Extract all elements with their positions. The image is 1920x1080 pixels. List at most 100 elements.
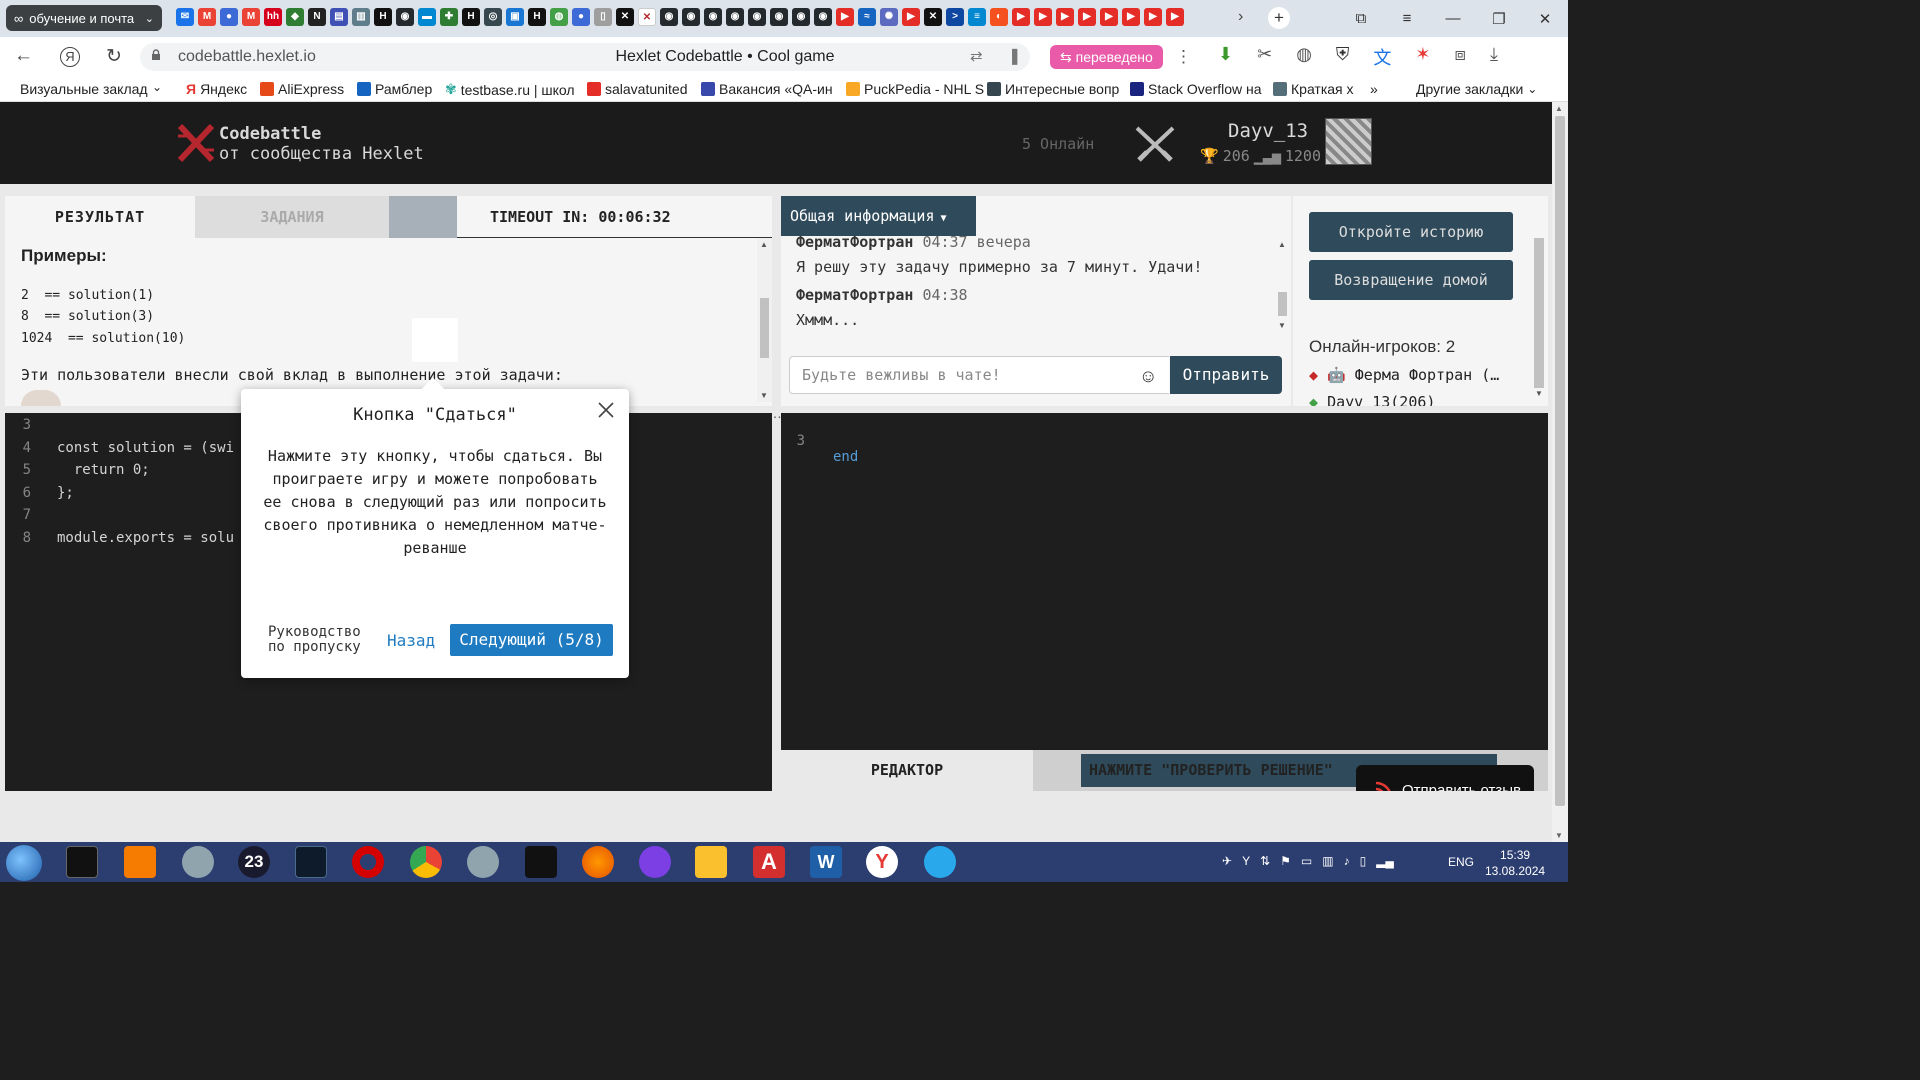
- player-item[interactable]: ◆ Dayv_13(206): [1309, 393, 1435, 406]
- tab-favicon-github[interactable]: ◉: [792, 8, 810, 26]
- shield-ext-icon[interactable]: ⛨: [1336, 44, 1350, 70]
- network-tray-icon[interactable]: ⇅: [1260, 854, 1270, 868]
- bookmark-item[interactable]: salavatunited: [587, 81, 688, 97]
- tab-favicon-github[interactable]: ◉: [814, 8, 832, 26]
- task-scrollbar[interactable]: ▲ ▼: [757, 238, 772, 402]
- mysql-app-icon[interactable]: [295, 846, 327, 878]
- tab-favicon-hh[interactable]: hh: [264, 8, 282, 26]
- telegram-app-icon[interactable]: [924, 846, 956, 878]
- bookmark-item[interactable]: Визуальные заклад: [20, 81, 148, 97]
- tab-favicon-github[interactable]: ◉: [748, 8, 766, 26]
- chat-scrollbar[interactable]: ▲ ▼: [1276, 240, 1288, 330]
- bookmark-item[interactable]: Рамблер: [357, 81, 432, 97]
- tab-favicon-app[interactable]: ▬: [418, 8, 436, 26]
- reload-icon[interactable]: ↻: [106, 45, 122, 68]
- github-app-icon[interactable]: [525, 846, 557, 878]
- globe-ext-icon[interactable]: ◍: [1296, 44, 1312, 70]
- tab-favicon-youtube[interactable]: ▶: [1078, 8, 1096, 26]
- tab-favicon-terminal[interactable]: >: [946, 8, 964, 26]
- bookmark-item[interactable]: Stack Overflow на: [1130, 81, 1262, 97]
- scroll-up-icon[interactable]: ▲: [1278, 240, 1286, 249]
- tab-editor[interactable]: РЕДАКТОР: [781, 750, 1033, 791]
- telegram-tray-icon[interactable]: ✈: [1222, 854, 1232, 868]
- tab-scroll-right-icon[interactable]: ›: [1238, 8, 1243, 26]
- tab-favicon-db[interactable]: ≡: [968, 8, 986, 26]
- yandex-browser-app-icon[interactable]: Y: [866, 846, 898, 878]
- scrollbar-thumb[interactable]: [760, 298, 769, 358]
- tab-group-button[interactable]: ∞ обучение и почта ⌄: [6, 5, 162, 31]
- scroll-down-icon[interactable]: ▼: [760, 391, 768, 400]
- tab-favicon-app[interactable]: ✚: [440, 8, 458, 26]
- tab-favicon-youtube[interactable]: ▶: [1034, 8, 1052, 26]
- user-name[interactable]: Dayv_13: [1228, 120, 1308, 142]
- signal-tray-icon[interactable]: ▂▄: [1376, 854, 1394, 868]
- tab-favicon-flag[interactable]: ●: [572, 8, 590, 26]
- tab-favicon-app[interactable]: ▤: [330, 8, 348, 26]
- firefox-app-icon[interactable]: [582, 846, 614, 878]
- compass-app-icon[interactable]: [467, 846, 499, 878]
- tab-search-icon[interactable]: ⧉: [1338, 10, 1384, 27]
- chrome-app-icon[interactable]: [410, 846, 442, 878]
- tab-favicon-gmail[interactable]: M: [198, 8, 216, 26]
- scrollbar-thumb[interactable]: [1534, 238, 1544, 388]
- send-button[interactable]: Отправить: [1170, 356, 1282, 394]
- bookmark-item[interactable]: Я Яндекс: [186, 81, 247, 97]
- bookmark-item[interactable]: AliExpress: [260, 81, 344, 97]
- cmd-app-icon[interactable]: [66, 846, 98, 878]
- yandex-tray-icon[interactable]: Y: [1242, 854, 1250, 868]
- volume-tray-icon[interactable]: ♪: [1344, 854, 1350, 868]
- word-app-icon[interactable]: W: [810, 846, 842, 878]
- scrollbar-thumb[interactable]: [1278, 292, 1287, 316]
- tab-favicon-github[interactable]: ◉: [682, 8, 700, 26]
- scroll-up-icon[interactable]: ▲: [1555, 104, 1563, 113]
- close-icon[interactable]: [597, 401, 615, 419]
- tab-favicon-hexlet[interactable]: H: [374, 8, 392, 26]
- sublime-app-icon[interactable]: [124, 846, 156, 878]
- monitor-tray-icon[interactable]: ▭: [1301, 854, 1312, 868]
- folder-app-icon[interactable]: [695, 846, 727, 878]
- bookmark-item[interactable]: ✾ testbase.ru | школ: [445, 81, 575, 98]
- calendar-app-icon[interactable]: 23: [238, 846, 270, 878]
- menu-icon[interactable]: ≡: [1384, 10, 1430, 27]
- translate-page-icon[interactable]: ⇄: [970, 47, 983, 65]
- translated-badge[interactable]: ⇆ переведено: [1050, 45, 1163, 69]
- tab-favicon-app[interactable]: ▣: [506, 8, 524, 26]
- scroll-down-icon[interactable]: ▼: [1555, 831, 1563, 840]
- translate-ext-icon[interactable]: 文: [1373, 44, 1391, 70]
- flag-tray-icon[interactable]: ⚑: [1280, 854, 1291, 868]
- scroll-down-icon[interactable]: ▼: [1278, 321, 1286, 330]
- tab-favicon-flag[interactable]: ●: [220, 8, 238, 26]
- tab-favicon-github[interactable]: ◉: [396, 8, 414, 26]
- other-bookmarks[interactable]: Другие закладки ⌄: [1416, 81, 1537, 97]
- tab-empty[interactable]: [389, 196, 457, 238]
- tab-favicon-youtube[interactable]: ▶: [1144, 8, 1162, 26]
- star-ext-icon[interactable]: ✶: [1415, 44, 1430, 70]
- language-indicator[interactable]: ENG: [1448, 855, 1474, 869]
- bookmark-item[interactable]: PuckPedia - NHL S: [846, 81, 984, 97]
- tab-favicon-app[interactable]: ◎: [484, 8, 502, 26]
- tab-favicon-x[interactable]: ✕: [924, 8, 942, 26]
- tab-favicon-github[interactable]: ◉: [770, 8, 788, 26]
- tab-favicon-github[interactable]: ◉: [660, 8, 678, 26]
- downloads-icon[interactable]: ⤓: [1490, 44, 1498, 70]
- next-button[interactable]: Следующий (5/8): [450, 624, 613, 656]
- emoji-icon[interactable]: ☺: [1139, 366, 1157, 387]
- tab-favicon-doc[interactable]: ▯: [594, 8, 612, 26]
- sidebar-scrollbar[interactable]: ▼: [1532, 238, 1546, 398]
- tab-favicon-gmail[interactable]: M: [242, 8, 260, 26]
- bookmark-item[interactable]: Интересные вопр: [987, 81, 1119, 97]
- tab-favicon-doc[interactable]: ▥: [352, 8, 370, 26]
- player-item[interactable]: ◆ 🤖 Ферма Фортран (…: [1309, 366, 1499, 384]
- tab-favicon-app[interactable]: ◐: [990, 8, 1008, 26]
- opera-app-icon[interactable]: [352, 846, 384, 878]
- bookmark-item[interactable]: Вакансия «QA-ин: [701, 81, 833, 97]
- tab-tasks[interactable]: ЗАДАНИЯ: [195, 196, 389, 238]
- bookmark-item[interactable]: Краткая х: [1273, 81, 1354, 97]
- app-icon[interactable]: [182, 846, 214, 878]
- crossed-swords-icon[interactable]: [1133, 124, 1177, 164]
- address-field[interactable]: codebattle.hexlet.io Hexlet Codebattle •…: [140, 43, 1030, 71]
- tab-favicon-youtube[interactable]: ▶: [1056, 8, 1074, 26]
- tab-favicon-app[interactable]: ◆: [286, 8, 304, 26]
- minimize-icon[interactable]: —: [1430, 10, 1476, 27]
- restore-icon[interactable]: ❐: [1476, 10, 1522, 28]
